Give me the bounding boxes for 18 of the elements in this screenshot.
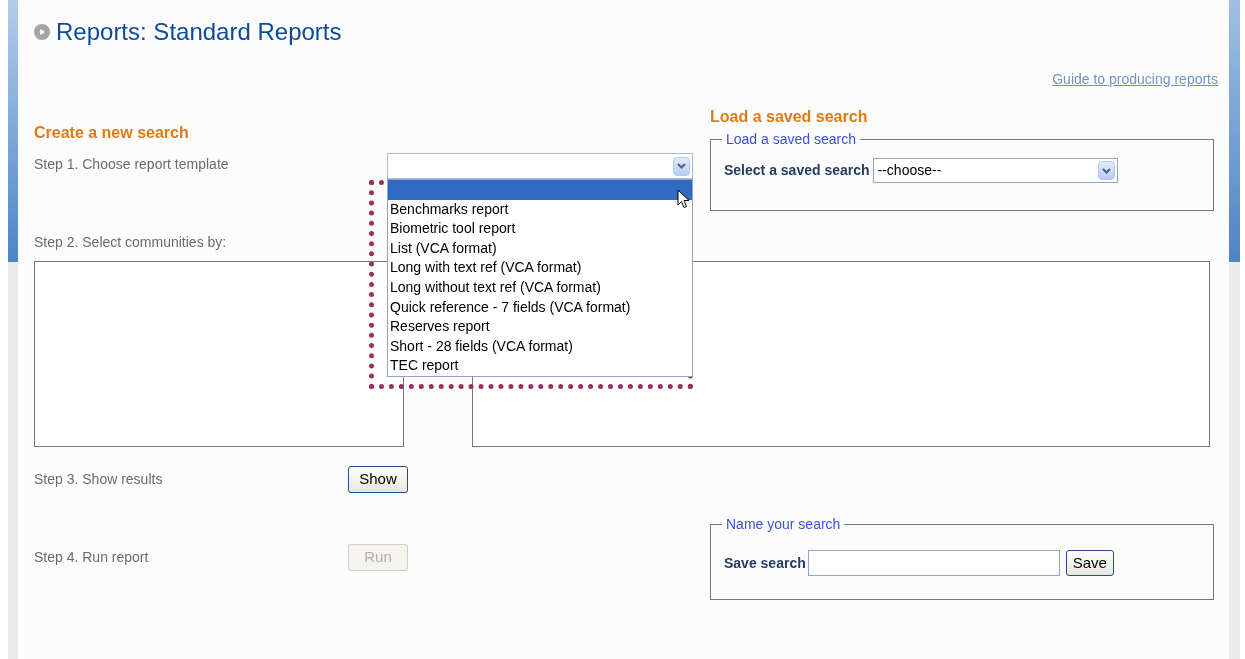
group-title: Name your search bbox=[725, 515, 842, 534]
show-button[interactable]: Show bbox=[348, 466, 408, 493]
section-heading: Create a new search bbox=[34, 124, 190, 142]
search-name-field[interactable] bbox=[807, 550, 1060, 576]
page-title: Reports: Standard Reports bbox=[56, 18, 342, 46]
step-label: Step 4. Run report bbox=[34, 548, 150, 567]
group-title: Load a saved search bbox=[725, 130, 857, 149]
step-label: Step 2. Select communities by: bbox=[34, 233, 227, 252]
saved-search-select[interactable]: --choose-- bbox=[872, 158, 1118, 183]
section-heading: Load a saved search bbox=[710, 108, 869, 126]
step-label: Step 1. Choose report template bbox=[34, 155, 230, 174]
select-value: --choose-- bbox=[877, 161, 942, 180]
field-label: Save search bbox=[724, 553, 806, 573]
cursor-icon bbox=[677, 189, 690, 209]
save-button[interactable]: Save bbox=[1065, 550, 1114, 576]
step-label: Step 3. Show results bbox=[34, 470, 164, 489]
field-label: Select a saved search bbox=[724, 161, 870, 180]
play-icon bbox=[34, 24, 50, 40]
